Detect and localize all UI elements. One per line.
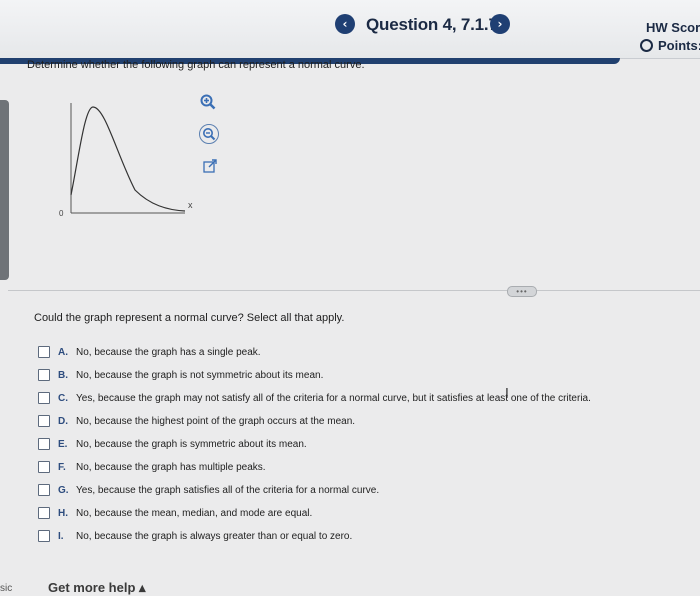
text-cursor-icon: I: [505, 387, 509, 402]
hw-score-label: HW Score:: [646, 20, 700, 35]
option-letter: B.: [58, 369, 68, 381]
question-prompt: Determine whether the following graph ca…: [27, 59, 365, 71]
points-label: Points:: [658, 38, 700, 53]
expand-dots-button[interactable]: •••: [507, 286, 537, 297]
checkbox[interactable]: [38, 484, 50, 496]
left-edge-text: sic: [0, 583, 13, 594]
chevron-left-icon: ‹: [342, 17, 348, 31]
option-letter: F.: [58, 461, 66, 473]
zoom-in-button[interactable]: [199, 93, 217, 111]
x-axis-label: x: [188, 200, 193, 210]
checkbox[interactable]: [38, 369, 50, 381]
option-text: No, because the graph is not symmetric a…: [76, 369, 324, 381]
option-text: Yes, because the graph may not satisfy a…: [76, 392, 591, 404]
question-text: Could the graph represent a normal curve…: [34, 312, 345, 324]
checkbox[interactable]: [38, 461, 50, 473]
checkbox[interactable]: [38, 392, 50, 404]
option-letter: C.: [58, 392, 68, 404]
option-a[interactable]: A. No, because the graph has a single pe…: [38, 346, 261, 358]
checkbox[interactable]: [38, 415, 50, 427]
option-text: No, because the graph is always greater …: [76, 530, 353, 542]
skewed-curve-graph: 0 x: [59, 103, 193, 218]
ellipsis-icon: •••: [516, 287, 528, 296]
chevron-right-icon: ›: [497, 17, 503, 31]
previous-question-button[interactable]: ‹: [335, 14, 355, 34]
points-indicator: Points:: [640, 38, 700, 53]
checkbox[interactable]: [38, 438, 50, 450]
question-header: ‹ Question 4, 7.1.7 › HW Score: Points:: [0, 0, 700, 59]
option-letter: E.: [58, 438, 68, 450]
scroll-handle[interactable]: [0, 100, 9, 280]
zoom-out-button[interactable]: [199, 124, 219, 144]
option-f[interactable]: F. No, because the graph has multiple pe…: [38, 461, 266, 473]
option-letter: I.: [58, 530, 64, 542]
option-i[interactable]: I. No, because the graph is always great…: [38, 530, 352, 542]
option-letter: H.: [58, 507, 68, 519]
option-text: No, because the mean, median, and mode a…: [76, 507, 313, 519]
density-curve: [70, 106, 186, 212]
section-divider: [8, 290, 700, 291]
circle-icon: [640, 39, 653, 52]
option-text: No, because the graph has a single peak.: [76, 346, 261, 358]
option-text: Yes, because the graph satisfies all of …: [76, 484, 380, 496]
popout-icon: [203, 159, 217, 173]
checkbox[interactable]: [38, 530, 50, 542]
option-letter: D.: [58, 415, 68, 427]
zoom-out-icon: [203, 128, 216, 141]
get-more-help-link[interactable]: Get more help ▴: [48, 580, 146, 596]
option-d[interactable]: D. No, because the highest point of the …: [38, 415, 355, 427]
option-h[interactable]: H. No, because the mean, median, and mod…: [38, 507, 312, 519]
option-text: No, because the graph has multiple peaks…: [76, 461, 266, 473]
option-g[interactable]: G. Yes, because the graph satisfies all …: [38, 484, 379, 496]
next-question-button[interactable]: ›: [490, 14, 510, 34]
option-e[interactable]: E. No, because the graph is symmetric ab…: [38, 438, 307, 450]
checkbox[interactable]: [38, 346, 50, 358]
option-text: No, because the graph is symmetric about…: [76, 438, 307, 450]
zoom-in-icon: [200, 94, 216, 110]
popout-button[interactable]: [201, 157, 219, 175]
origin-label: 0: [59, 209, 64, 218]
option-text: No, because the highest point of the gra…: [76, 415, 356, 427]
question-title: Question 4, 7.1.7: [366, 15, 498, 34]
option-b[interactable]: B. No, because the graph is not symmetri…: [38, 369, 323, 381]
option-letter: G.: [58, 484, 69, 496]
checkbox[interactable]: [38, 507, 50, 519]
option-letter: A.: [58, 346, 68, 358]
